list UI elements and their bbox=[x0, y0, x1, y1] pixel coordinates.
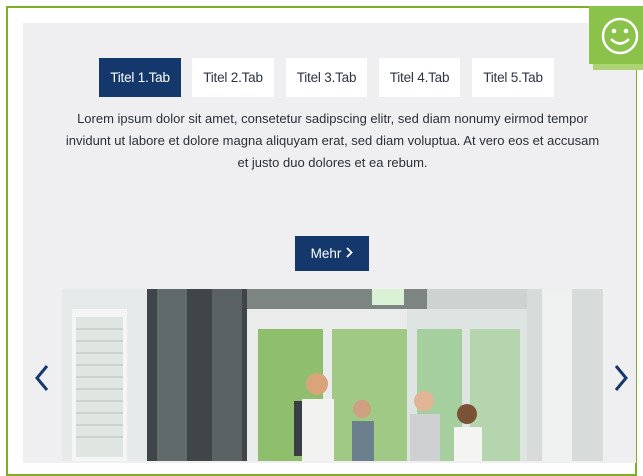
more-button-label: Mehr bbox=[310, 246, 342, 261]
smiley-icon bbox=[589, 6, 643, 70]
carousel-prev-button[interactable] bbox=[31, 360, 53, 396]
more-button[interactable]: Mehr bbox=[295, 236, 369, 271]
tab-1[interactable]: Titel 1.Tab bbox=[99, 58, 181, 97]
tab-2[interactable]: Titel 2.Tab bbox=[192, 58, 274, 97]
carousel-image bbox=[62, 289, 603, 461]
tab-4[interactable]: Titel 4.Tab bbox=[379, 58, 460, 97]
carousel-next-button[interactable] bbox=[610, 360, 632, 396]
chevron-right-icon bbox=[346, 247, 354, 260]
chevron-right-icon bbox=[610, 360, 632, 396]
tab-content-text: Lorem ipsum dolor sit amet, consetetur s… bbox=[65, 111, 600, 170]
feedback-button[interactable] bbox=[589, 6, 643, 70]
tab-3[interactable]: Titel 3.Tab bbox=[286, 58, 367, 97]
tab-5[interactable]: Titel 5.Tab bbox=[472, 58, 554, 97]
chevron-left-icon bbox=[31, 360, 53, 396]
tab-bar: Titel 1.Tab Titel 2.Tab Titel 3.Tab Tite… bbox=[0, 58, 643, 98]
